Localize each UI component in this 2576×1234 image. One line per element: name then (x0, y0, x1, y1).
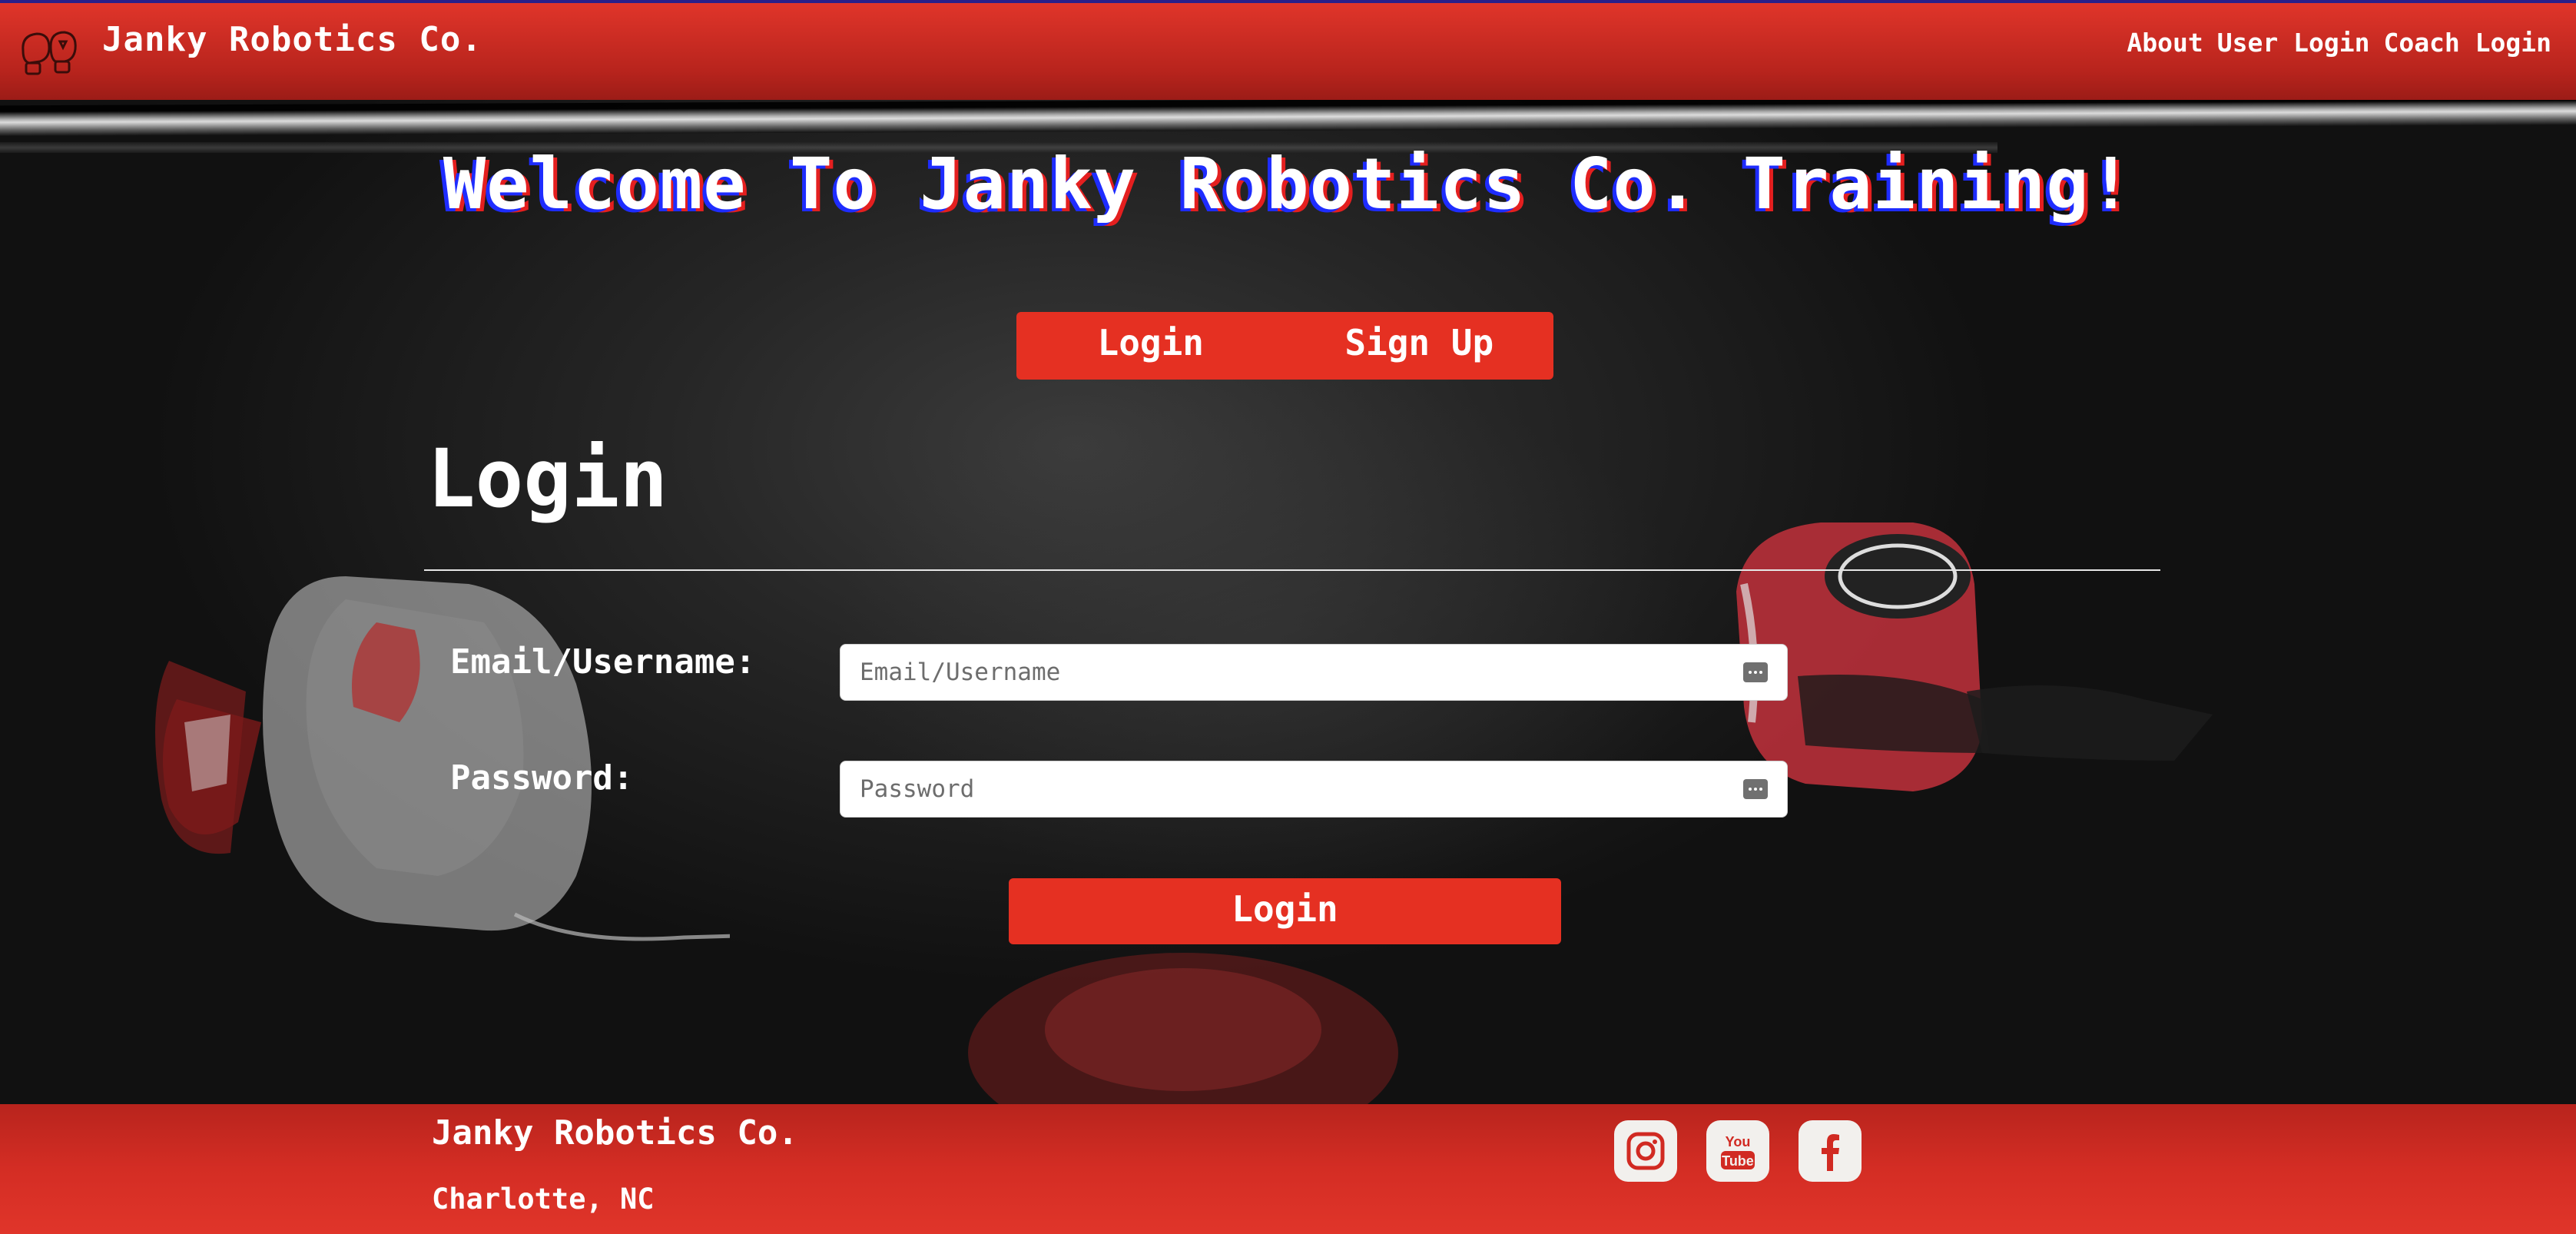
footer-location: Charlotte, NC (432, 1183, 655, 1216)
nav-link-coach-login[interactable]: Coach Login (2383, 28, 2551, 58)
autofill-icon[interactable] (1743, 662, 1768, 682)
signup-tab-button[interactable]: Sign Up (1285, 312, 1554, 380)
svg-text:You: You (1726, 1134, 1751, 1149)
footer-brand: Janky Robotics Co. (432, 1113, 798, 1153)
nav-links: About User Login Coach Login (2127, 28, 2551, 58)
blurred-glove-image (968, 953, 1398, 1104)
hero-background (0, 100, 2576, 1104)
svg-text:Tube: Tube (1722, 1153, 1754, 1169)
page: Janky Robotics Co. About User Login Coac… (0, 0, 2576, 1234)
navbar: Janky Robotics Co. About User Login Coac… (0, 0, 2576, 100)
youtube-link[interactable]: You Tube (1706, 1120, 1769, 1182)
auth-toggle: Login Sign Up (1016, 312, 1553, 380)
instagram-icon (1626, 1132, 1665, 1170)
login-submit-button[interactable]: Login (1009, 878, 1561, 944)
form-title: Login (427, 432, 668, 526)
email-field[interactable] (840, 644, 1788, 701)
facebook-icon (1822, 1134, 1839, 1171)
login-tab-button[interactable]: Login (1016, 312, 1285, 380)
email-input[interactable] (840, 645, 1743, 700)
youtube-icon: You Tube (1721, 1134, 1755, 1169)
instagram-link[interactable] (1614, 1120, 1677, 1182)
divider (424, 569, 2160, 571)
welcome-title: Welcome To Janky Robotics Co. Training! (443, 143, 2133, 225)
brand-name[interactable]: Janky Robotics Co. (102, 20, 482, 59)
footer: Janky Robotics Co. Charlotte, NC You Tub… (0, 1104, 2576, 1234)
password-field[interactable] (840, 761, 1788, 818)
nav-link-user-login[interactable]: User Login (2217, 28, 2370, 58)
glove-detail-image (155, 661, 246, 854)
facebook-link[interactable] (1799, 1120, 1862, 1182)
password-label: Password: (450, 758, 634, 798)
nav-link-about[interactable]: About (2127, 28, 2203, 58)
autofill-icon[interactable] (1743, 779, 1768, 799)
boxing-gloves-icon[interactable] (15, 23, 85, 85)
password-input[interactable] (840, 761, 1743, 817)
boxing-glove-image (1736, 522, 2213, 791)
ring-rope (0, 100, 2576, 137)
email-label: Email/Username: (450, 642, 756, 682)
